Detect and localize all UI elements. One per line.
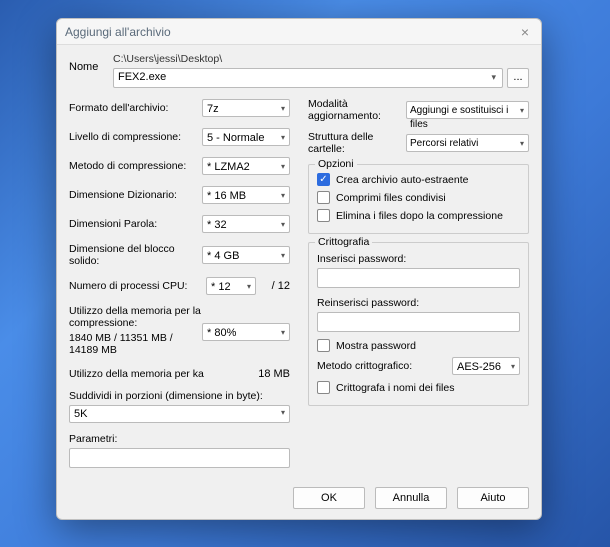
mem-ka-label: Utilizzo della memoria per ka: [69, 368, 258, 380]
password-label: Inserisci password:: [317, 253, 520, 265]
archive-name-value: FEX2.exe: [118, 71, 166, 83]
titlebar: Aggiungi all'archivio ×: [57, 19, 541, 45]
format-label: Formato dell'archivio:: [69, 102, 202, 114]
delete-checkbox[interactable]: [317, 209, 330, 222]
right-column: Modalità aggiornamento: Aggiungi e sosti…: [308, 98, 529, 468]
options-group: Opzioni Crea archivio auto-estraente Com…: [308, 164, 529, 234]
browse-button[interactable]: ...: [507, 68, 529, 88]
columns: Formato dell'archivio: 7z Livello di com…: [69, 98, 529, 468]
cpu-label: Numero di processi CPU:: [69, 280, 206, 292]
solid-label: Dimensione del blocco solido:: [69, 243, 202, 267]
button-row: OK Annulla Aiuto: [57, 479, 541, 519]
password2-input[interactable]: [317, 312, 520, 332]
shared-checkbox[interactable]: [317, 191, 330, 204]
level-combo[interactable]: 5 - Normale: [202, 128, 290, 146]
method-label: Metodo di compressione:: [69, 160, 202, 172]
crypto-method-combo[interactable]: AES-256: [452, 357, 520, 375]
solid-combo[interactable]: * 4 GB: [202, 246, 290, 264]
sfx-label: Crea archivio auto-estraente: [336, 174, 469, 186]
cancel-button[interactable]: Annulla: [375, 487, 447, 509]
mem-compress-combo[interactable]: * 80%: [202, 323, 290, 341]
word-label: Dimensioni Parola:: [69, 218, 202, 230]
path-mode-combo[interactable]: Percorsi relativi: [406, 134, 529, 152]
update-mode-combo[interactable]: Aggiungi e sostituisci i files: [406, 101, 529, 119]
shared-label: Comprimi files condivisi: [336, 192, 446, 204]
dialog-content: Nome C:\Users\jessi\Desktop\ FEX2.exe ..…: [57, 45, 541, 479]
crypto-method-label: Metodo crittografico:: [317, 360, 446, 372]
archive-path: C:\Users\jessi\Desktop\: [113, 53, 529, 65]
mem-compress-detail: 1840 MB / 11351 MB / 14189 MB: [69, 332, 202, 356]
word-combo[interactable]: * 32: [202, 215, 290, 233]
level-label: Livello di compressione:: [69, 131, 202, 143]
name-fields: C:\Users\jessi\Desktop\ FEX2.exe ...: [113, 53, 529, 88]
password-input[interactable]: [317, 268, 520, 288]
dict-label: Dimensione Dizionario:: [69, 189, 202, 201]
window-title: Aggiungi all'archivio: [65, 25, 517, 39]
crypto-group: Crittografia Inserisci password: Reinser…: [308, 242, 529, 406]
mem-ka-value: 18 MB: [258, 368, 290, 380]
cpu-combo[interactable]: * 12: [206, 277, 256, 295]
split-label: Suddividi in porzioni (dimensione in byt…: [69, 390, 290, 402]
format-combo[interactable]: 7z: [202, 99, 290, 117]
path-mode-label: Struttura delle cartelle:: [308, 131, 406, 155]
encrypt-names-label: Crittografa i nomi dei files: [336, 382, 454, 394]
name-row: Nome C:\Users\jessi\Desktop\ FEX2.exe ..…: [69, 53, 529, 88]
cpu-total: / 12: [256, 280, 290, 292]
show-password-checkbox[interactable]: [317, 339, 330, 352]
close-icon[interactable]: ×: [517, 24, 533, 40]
ok-button[interactable]: OK: [293, 487, 365, 509]
method-combo[interactable]: * LZMA2: [202, 157, 290, 175]
name-label: Nome: [69, 53, 107, 73]
show-password-label: Mostra password: [336, 340, 416, 352]
delete-label: Elimina i files dopo la compressione: [336, 210, 503, 222]
crypto-title: Crittografia: [315, 236, 372, 248]
add-to-archive-dialog: Aggiungi all'archivio × Nome C:\Users\je…: [56, 18, 542, 520]
encrypt-names-checkbox[interactable]: [317, 381, 330, 394]
sfx-checkbox[interactable]: [317, 173, 330, 186]
split-combo[interactable]: 5K: [69, 405, 290, 423]
options-title: Opzioni: [315, 158, 357, 170]
archive-name-input[interactable]: FEX2.exe: [113, 68, 503, 88]
params-input[interactable]: [69, 448, 290, 468]
dict-combo[interactable]: * 16 MB: [202, 186, 290, 204]
mem-compress-label: Utilizzo della memoria per la compressio…: [69, 305, 202, 329]
params-label: Parametri:: [69, 433, 290, 445]
password2-label: Reinserisci password:: [317, 297, 520, 309]
left-column: Formato dell'archivio: 7z Livello di com…: [69, 98, 290, 468]
help-button[interactable]: Aiuto: [457, 487, 529, 509]
update-mode-label: Modalità aggiornamento:: [308, 98, 406, 122]
